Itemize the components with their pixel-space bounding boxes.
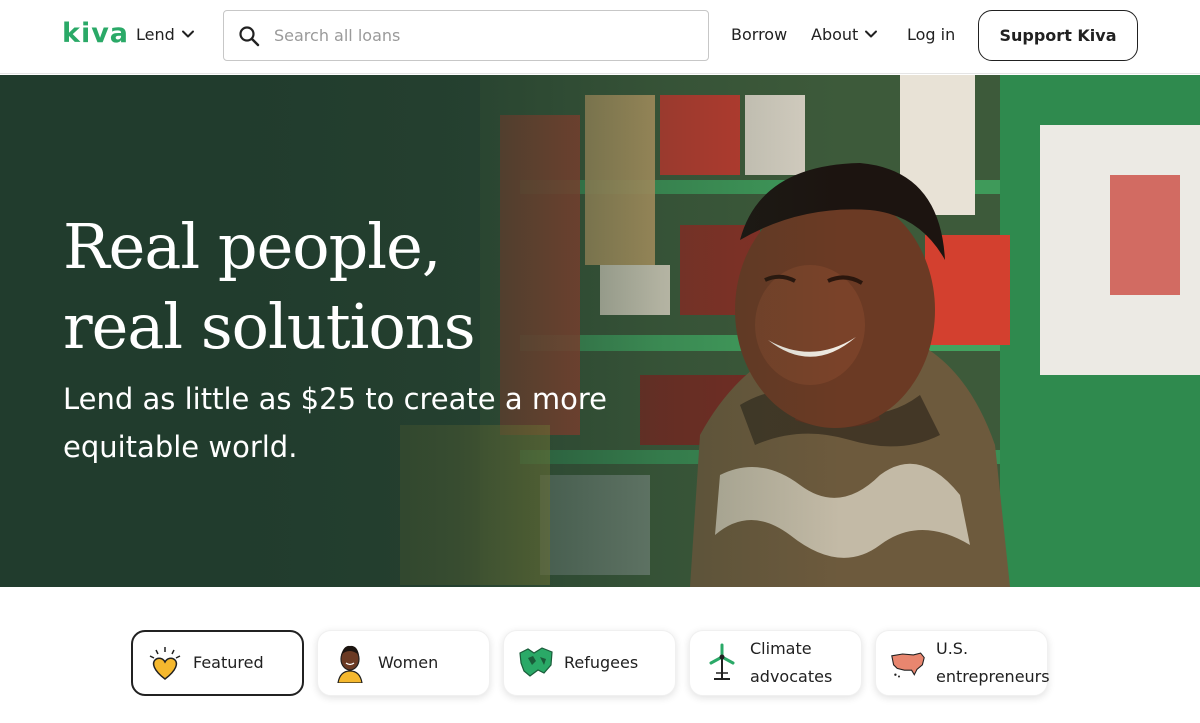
- us-map-icon: [890, 643, 926, 683]
- category-label: Featured: [193, 653, 264, 672]
- woman-icon: [332, 643, 368, 683]
- wind-turbine-icon: [704, 643, 740, 683]
- hero-banner: Real people, real solutions Lend as litt…: [0, 75, 1200, 587]
- search-box[interactable]: [223, 10, 709, 61]
- chevron-down-icon: [865, 30, 878, 38]
- category-featured[interactable]: Featured: [131, 630, 304, 696]
- loan-category-tabs: Featured Women Refugees Climate advocate…: [131, 630, 1050, 696]
- kiva-logo[interactable]: kiva: [62, 18, 129, 50]
- nav-about-label: About: [811, 24, 859, 44]
- heart-icon: [147, 643, 183, 683]
- map-icon: [518, 643, 554, 683]
- nav-borrow-link[interactable]: Borrow: [731, 22, 787, 46]
- support-kiva-button[interactable]: Support Kiva: [978, 10, 1138, 61]
- hero-title-line-1: Real people,: [63, 210, 441, 283]
- nav-lend-menu[interactable]: Lend: [136, 22, 195, 46]
- category-climate-advocates[interactable]: Climate advocates: [689, 630, 862, 696]
- login-link[interactable]: Log in: [907, 22, 955, 46]
- hero-subtitle: Lend as little as $25 to create a more e…: [63, 375, 623, 471]
- category-label: Refugees: [564, 653, 639, 672]
- search-input[interactable]: [274, 26, 674, 45]
- category-us-entrepreneurs[interactable]: U.S. entrepreneurs: [875, 630, 1050, 696]
- category-refugees[interactable]: Refugees: [503, 630, 676, 696]
- category-label: Women: [378, 653, 439, 672]
- category-label: U.S. entrepreneurs: [936, 639, 1050, 686]
- chevron-down-icon: [181, 30, 194, 38]
- hero-subtitle-line-2: equitable world.: [63, 430, 298, 464]
- nav-about-menu[interactable]: About: [811, 22, 878, 46]
- category-women[interactable]: Women: [317, 630, 490, 696]
- hero-title-line-2: real solutions: [63, 290, 476, 363]
- hero-subtitle-line-1: Lend as little as $25 to create a more: [63, 382, 607, 416]
- nav-lend-label: Lend: [136, 24, 175, 44]
- site-header: kiva Lend Borrow About Log in Support Ki…: [0, 0, 1200, 74]
- hero-title: Real people, real solutions: [63, 207, 583, 367]
- search-icon: [239, 25, 260, 46]
- category-label: Climate advocates: [750, 639, 833, 686]
